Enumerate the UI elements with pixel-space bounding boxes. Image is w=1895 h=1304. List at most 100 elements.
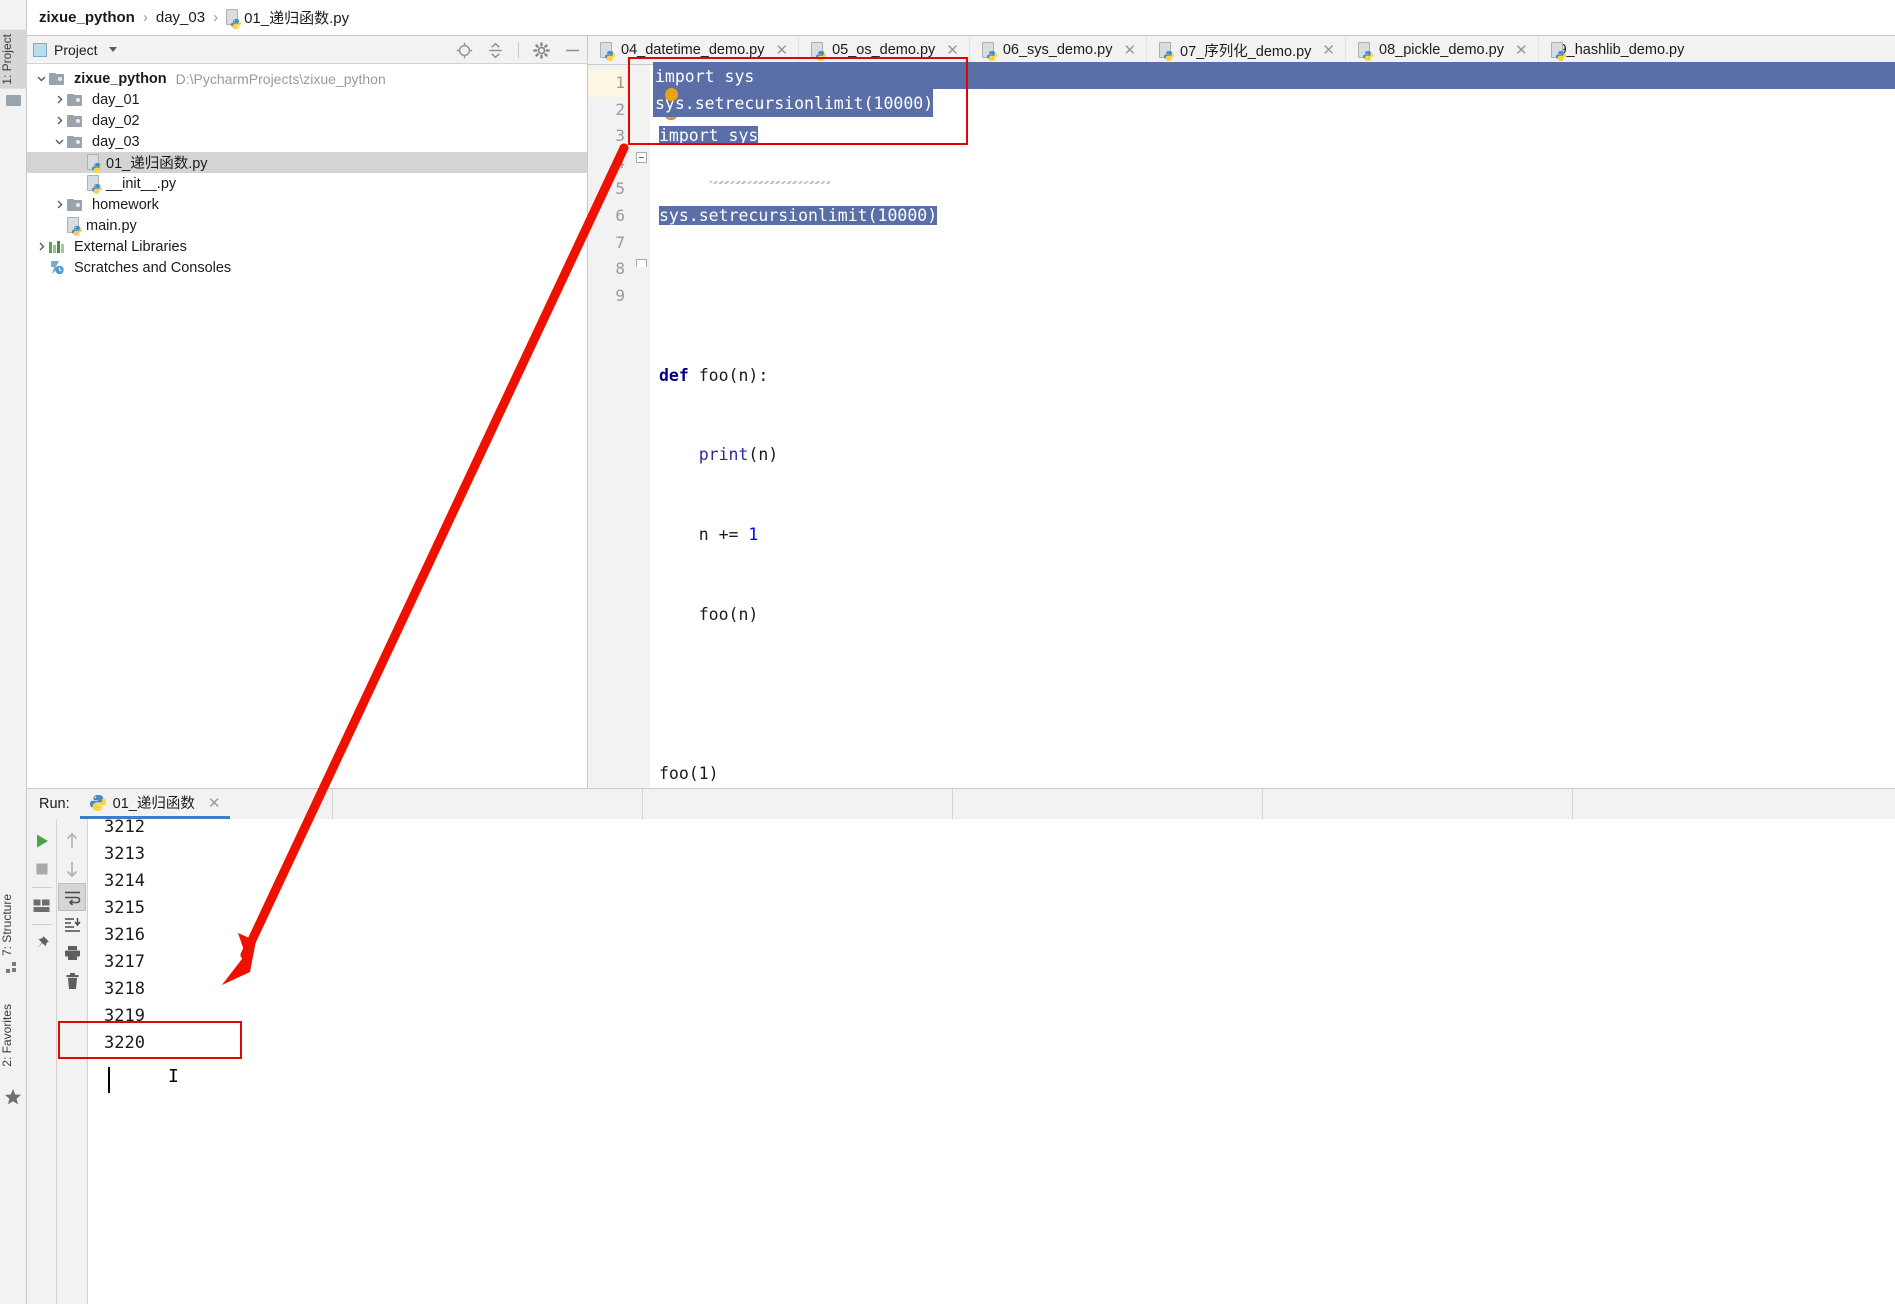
inspection-squiggle <box>710 181 830 184</box>
header-divider-2 <box>642 789 643 819</box>
editor-tab-06-sys-demo[interactable]: 06_sys_demo.py ✕ <box>970 36 1148 64</box>
code-content[interactable]: import sys sys.setrecursionlimit(10000) … <box>650 65 1895 788</box>
close-icon[interactable]: ✕ <box>946 41 959 59</box>
selected-code-line-1: import sys <box>655 67 755 86</box>
fold-end-icon[interactable] <box>636 259 647 267</box>
star-icon <box>4 1088 22 1106</box>
code-line-4: def foo(n): <box>659 363 1895 390</box>
editor-tab-07-serialization-demo[interactable]: 07_序列化_demo.py ✕ <box>1147 36 1346 64</box>
tree-label: External Libraries <box>74 238 187 255</box>
builtin-print: print <box>698 445 749 465</box>
code-line-4-rest: foo(n): <box>688 365 769 385</box>
rerun-icon[interactable] <box>28 827 56 855</box>
tree-label: __init__.py <box>106 175 177 192</box>
pin-icon[interactable] <box>28 929 56 957</box>
project-panel: Project zixue_python D:\PycharmProjects\… <box>27 36 588 788</box>
chevron-down-icon[interactable] <box>51 134 67 150</box>
editor-tab-09-hashlib-demo[interactable]: 09_hashlib_demo.py <box>1539 36 1684 64</box>
breadcrumb-project[interactable]: zixue_python <box>39 9 135 26</box>
arrow-up-icon[interactable] <box>58 827 86 855</box>
tree-row-scratches-consoles[interactable]: Scratches and Consoles <box>27 257 587 278</box>
trash-icon[interactable] <box>58 967 86 995</box>
run-tool-window: Run: 01_递归函数 ✕ 3212 3213 3214 3215 3216 … <box>27 788 1895 1304</box>
tree-row-01-recursion-file[interactable]: 01_递归函数.py <box>27 152 587 173</box>
favorites-label: 2: Favorites <box>0 1004 14 1067</box>
chevron-down-icon[interactable] <box>33 71 49 87</box>
python-file-icon <box>87 175 102 194</box>
editor-tab-label: 04_datetime_demo.py <box>621 42 765 58</box>
fold-collapse-icon[interactable] <box>636 152 647 163</box>
tree-label: 01_递归函数.py <box>106 156 208 172</box>
tree-row-day-02[interactable]: day_02 <box>27 110 587 131</box>
chevron-right-icon[interactable] <box>51 113 67 129</box>
run-tool-window-body: 3212 3213 3214 3215 3216 3217 3218 3219 … <box>27 819 1895 1304</box>
close-icon[interactable]: ✕ <box>1515 41 1528 59</box>
print-icon[interactable] <box>58 939 86 967</box>
console-line: 3213 <box>104 844 145 864</box>
console-line: 3217 <box>104 952 145 972</box>
sidebar-item-structure[interactable]: 7: Structure <box>0 890 27 960</box>
tree-row-init-file[interactable]: __init__.py <box>27 173 587 194</box>
locate-icon[interactable] <box>456 42 473 59</box>
soft-wrap-icon[interactable] <box>58 883 86 911</box>
code-line-1-text: import sys <box>659 126 759 146</box>
toolbar-divider <box>31 924 52 925</box>
breadcrumb-folder[interactable]: day_03 <box>156 9 205 26</box>
chevron-right-icon[interactable] <box>33 239 49 255</box>
run-tab-01-recursion[interactable]: 01_递归函数 ✕ <box>79 789 231 819</box>
console-caret <box>108 1067 110 1093</box>
stop-icon[interactable] <box>28 855 56 883</box>
python-file-icon <box>87 154 102 173</box>
collapse-all-icon[interactable] <box>487 42 504 59</box>
tree-row-homework[interactable]: homework <box>27 194 587 215</box>
sidebar-item-favorites[interactable]: 2: Favorites <box>0 1000 27 1071</box>
close-icon[interactable]: ✕ <box>1322 41 1335 59</box>
toolbar-divider <box>31 887 52 888</box>
chevron-right-icon[interactable] <box>51 92 67 108</box>
project-icon <box>6 95 21 106</box>
breadcrumb-file[interactable]: 01_递归函数.py <box>244 7 349 28</box>
fold-gutter[interactable] <box>634 65 650 788</box>
tree-row-main-file[interactable]: main.py <box>27 215 587 236</box>
close-icon[interactable]: ✕ <box>776 41 789 59</box>
left-tool-window-strip: 1: Project 7: Structure 2: Favorites <box>0 0 27 1304</box>
python-run-icon <box>89 794 106 811</box>
run-toolbar-right <box>57 819 88 1304</box>
console-line: 3212 <box>104 819 145 837</box>
toolbar-divider <box>518 42 519 58</box>
python-file-icon: 09_hashlib_demo.py <box>1550 41 1684 61</box>
tree-row-day-03[interactable]: day_03 <box>27 131 587 152</box>
layout-icon[interactable] <box>28 892 56 920</box>
line-number: 8 <box>615 259 625 279</box>
console-output[interactable]: 3212 3213 3214 3215 3216 3217 3218 3219 … <box>88 819 1895 1304</box>
arrow-down-icon[interactable] <box>58 855 86 883</box>
library-icon <box>49 240 64 253</box>
intention-bulb-icon[interactable] <box>665 88 678 101</box>
python-file-icon <box>226 9 242 29</box>
code-editor[interactable]: 1 2 3 4 5 6 7 8 9 import sys sys.setrecu… <box>588 65 1895 788</box>
sidebar-item-project[interactable]: 1: Project <box>0 30 27 89</box>
code-line-6: n += 1 <box>659 522 1895 549</box>
tree-row-external-libraries[interactable]: External Libraries <box>27 236 587 257</box>
code-line-9-text: foo(1) <box>659 764 719 784</box>
project-label: 1: Project <box>0 34 14 85</box>
tree-row-zixue-python[interactable]: zixue_python D:\PycharmProjects\zixue_py… <box>27 68 587 89</box>
tree-label: Scratches and Consoles <box>74 259 232 276</box>
minimize-icon[interactable] <box>564 42 581 59</box>
editor-tab-08-pickle-demo[interactable]: 08_pickle_demo.py ✕ <box>1346 36 1539 64</box>
tree-label: day_03 <box>92 133 140 150</box>
tree-row-day-01[interactable]: day_01 <box>27 89 587 110</box>
gear-icon[interactable] <box>533 41 550 59</box>
chevron-right-icon[interactable] <box>51 197 67 213</box>
close-icon[interactable]: ✕ <box>208 794 221 812</box>
python-file-icon <box>67 217 82 236</box>
chevron-down-icon[interactable] <box>108 47 117 52</box>
editor-tab-05-os-demo[interactable]: 05_os_demo.py ✕ <box>799 36 970 64</box>
project-panel-title-group[interactable]: Project <box>33 42 117 58</box>
close-icon[interactable]: ✕ <box>1123 41 1136 59</box>
folder-icon <box>67 198 82 211</box>
tree-label: main.py <box>86 217 137 234</box>
scroll-to-end-icon[interactable] <box>58 911 86 939</box>
editor-tab-04-datetime-demo[interactable]: 04_datetime_demo.py ✕ <box>588 36 800 64</box>
line-number: 1 <box>588 70 625 97</box>
